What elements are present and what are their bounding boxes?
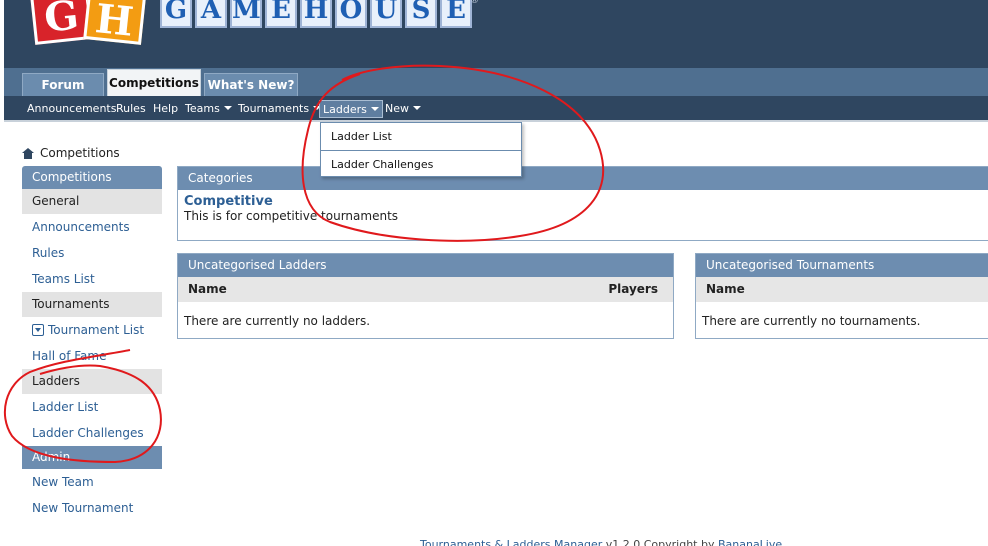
subnav-new[interactable]: New [382, 100, 424, 118]
ladders-panel: Uncategorised Ladders Name Players There… [177, 253, 674, 339]
menu-item-ladder-list[interactable]: Ladder List [321, 123, 521, 150]
main-tab-bar: Forum Competitions What's New? [4, 68, 988, 96]
footer-copyright: v1.2.0 Copyright by [602, 538, 718, 546]
sidebar-item-announcements[interactable]: Announcements [22, 214, 162, 240]
tournaments-panel-title: Uncategorised Tournaments [696, 254, 988, 277]
categories-panel-title: Categories [178, 167, 988, 190]
chevron-down-icon [413, 106, 421, 110]
sidebar-category-admin: Admin [22, 446, 162, 469]
sidebar-item-hall-of-fame[interactable]: Hall of Fame [22, 343, 162, 369]
subnav-ladders[interactable]: Ladders [319, 100, 383, 118]
brand-wordmark: GAMEHOUSE [160, 0, 472, 28]
sidebar-category-tournaments: Tournaments [22, 292, 162, 317]
category-description: This is for competitive tournaments [184, 209, 399, 223]
sidebar: Competitions General Announcements Rules… [22, 166, 162, 521]
sidebar-item-ladder-challenges[interactable]: Ladder Challenges [22, 420, 162, 446]
sidebar-category-general: General [22, 189, 162, 214]
categories-panel: Categories Competitive This is for compe… [177, 166, 988, 241]
tournaments-panel: Uncategorised Tournaments Name There are… [695, 253, 988, 339]
sub-navigation: Announcements Rules Help Teams Tournamen… [4, 96, 988, 122]
tournaments-table-header: Name [696, 277, 988, 302]
ladders-empty-message: There are currently no ladders. [184, 314, 371, 328]
sidebar-item-teams-list[interactable]: Teams List [22, 266, 162, 292]
ladders-panel-title: Uncategorised Ladders [178, 254, 673, 277]
footer: Tournaments & Ladders Manager v1.2.0 Cop… [420, 538, 782, 546]
sidebar-category-ladders: Ladders [22, 369, 162, 394]
column-name[interactable]: Name [706, 277, 745, 302]
registered-mark: ® [470, 0, 479, 6]
chevron-down-icon [370, 107, 379, 111]
sidebar-item-tournament-list[interactable]: Tournament List [22, 317, 162, 343]
home-icon[interactable] [22, 147, 34, 159]
sidebar-item-new-tournament[interactable]: New Tournament [22, 495, 162, 521]
menu-item-ladder-challenges[interactable]: Ladder Challenges [321, 150, 521, 177]
footer-author-link[interactable]: BananaLive [718, 538, 782, 546]
column-players[interactable]: Players [608, 277, 658, 302]
site-header: G H GAMEHOUSE ® [4, 0, 988, 68]
sidebar-item-new-team[interactable]: New Team [22, 469, 162, 495]
category-competitive-link[interactable]: Competitive [178, 190, 988, 209]
breadcrumb: Competitions [22, 146, 120, 160]
sidebar-item-rules[interactable]: Rules [22, 240, 162, 266]
site-logo[interactable]: G H [26, 0, 147, 46]
subnav-announcements[interactable]: Announcements [24, 100, 119, 118]
chevron-down-icon [223, 106, 232, 110]
tournaments-empty-message: There are currently no tournaments. [702, 314, 921, 328]
logo-h-block: H [83, 0, 147, 46]
sidebar-title: Competitions [22, 166, 162, 189]
ladders-table-header: Name Players [178, 277, 673, 302]
column-name[interactable]: Name [188, 277, 227, 302]
tab-forum[interactable]: Forum [22, 73, 104, 96]
breadcrumb-competitions[interactable]: Competitions [40, 146, 120, 160]
tab-competitions[interactable]: Competitions [107, 69, 201, 96]
sidebar-item-ladder-list[interactable]: Ladder List [22, 394, 162, 420]
subnav-teams[interactable]: Teams [182, 100, 235, 118]
subnav-tournaments[interactable]: Tournaments [235, 100, 324, 118]
footer-product-link[interactable]: Tournaments & Ladders Manager [420, 538, 602, 546]
tab-whats-new[interactable]: What's New? [204, 73, 298, 96]
collapse-icon[interactable] [32, 324, 44, 336]
ladders-dropdown-menu: Ladder List Ladder Challenges [320, 122, 522, 177]
subnav-help[interactable]: Help [150, 100, 181, 118]
subnav-rules[interactable]: Rules [113, 100, 149, 118]
